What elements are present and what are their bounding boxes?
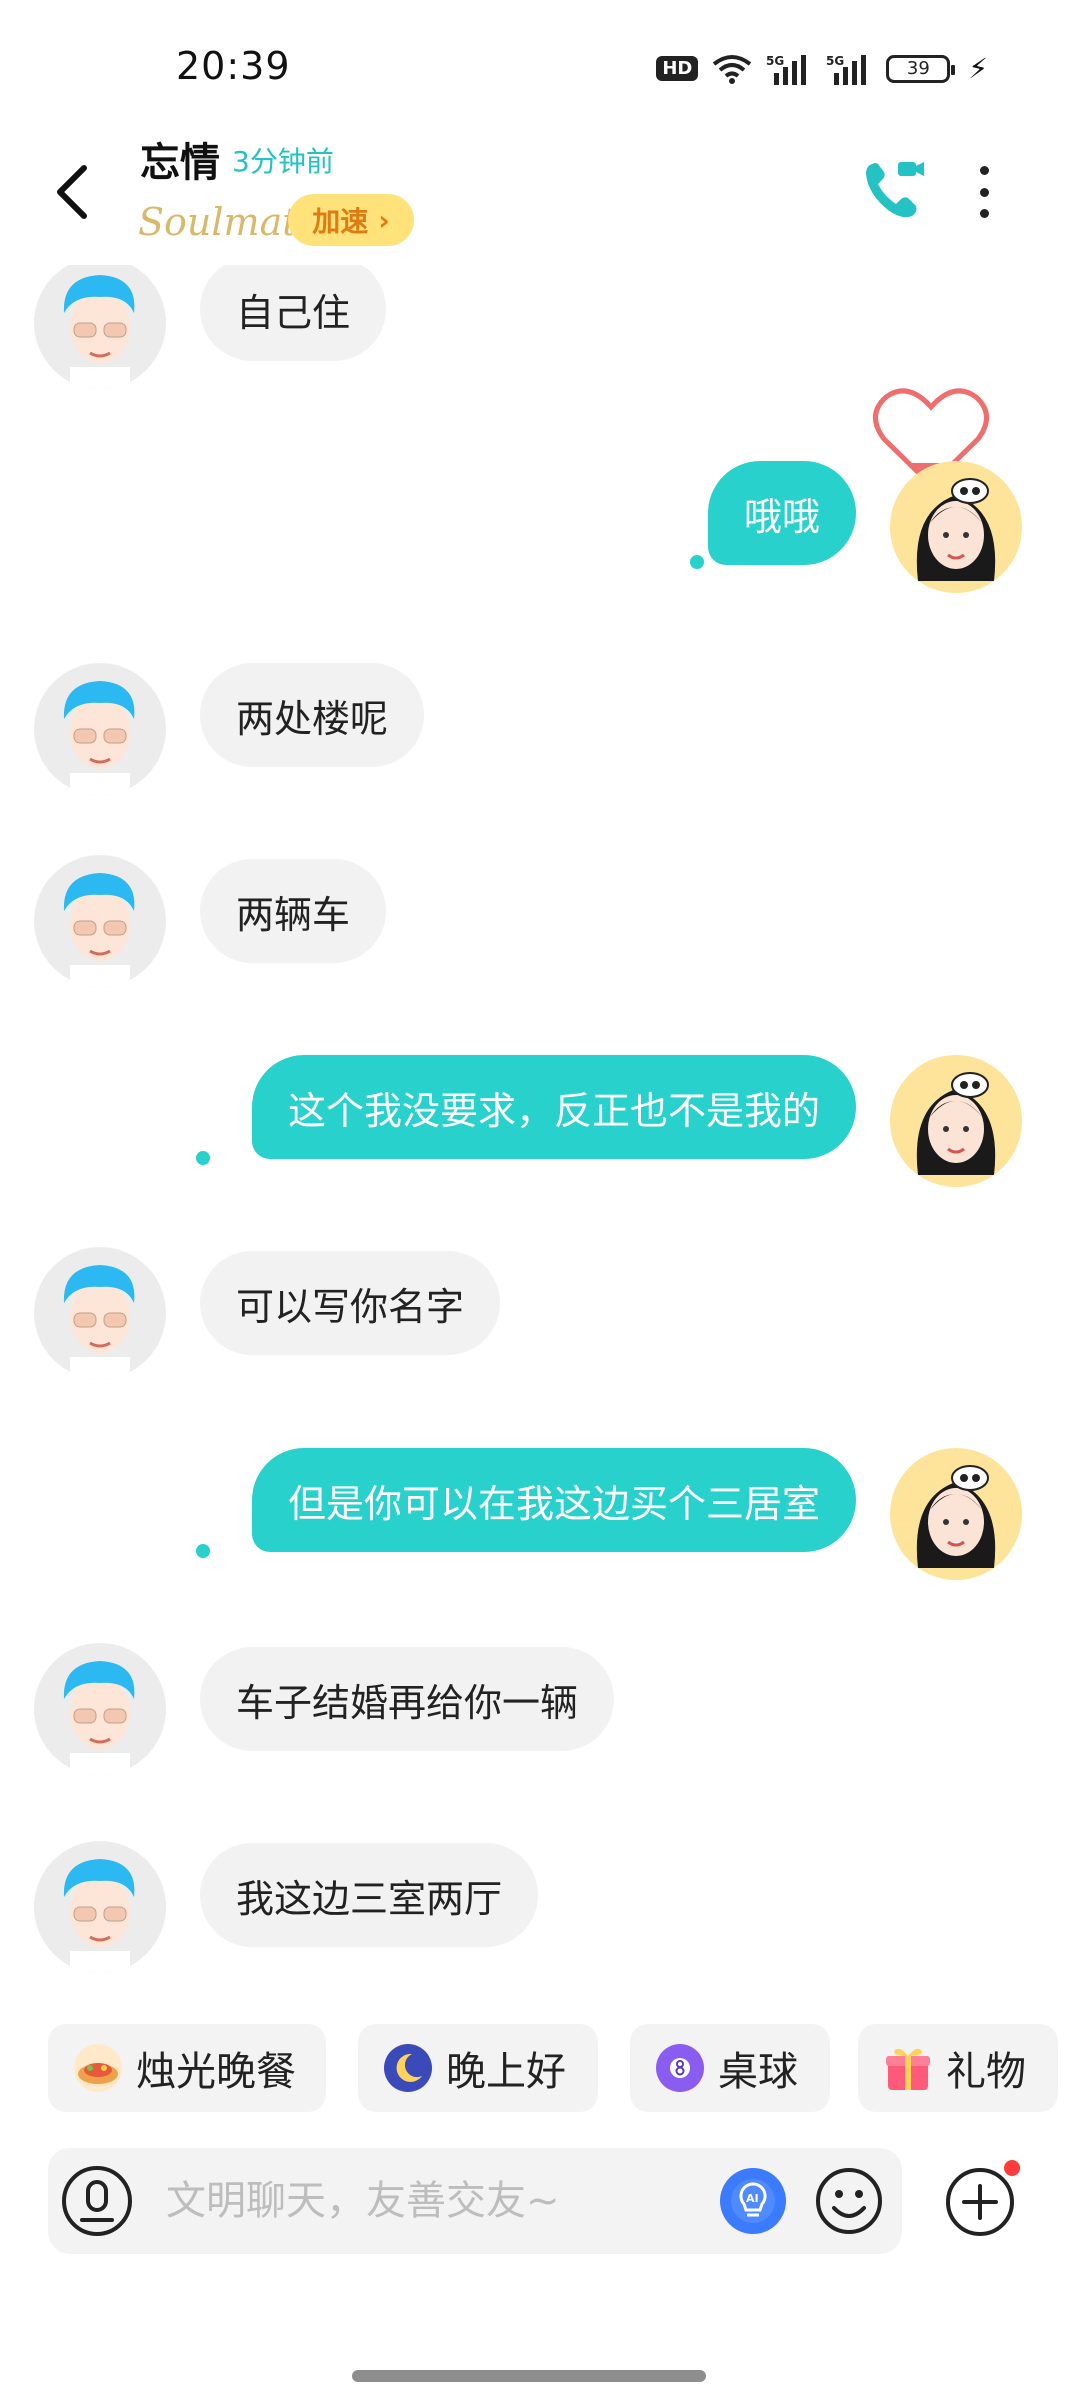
charging-icon: ⚡: [968, 52, 988, 85]
signal-icon-2: 5G: [826, 53, 872, 85]
quick-reply-bar: 烛光晚餐 晚上好 桌球 礼物: [0, 2024, 1080, 2116]
chevron-right-icon: ›: [378, 203, 390, 237]
read-receipt-dot: [690, 555, 704, 569]
contact-avatar[interactable]: [34, 1247, 166, 1379]
last-seen-status: 3分钟前: [232, 145, 334, 178]
notification-dot: [1004, 2160, 1020, 2176]
emoji-button[interactable]: [814, 2166, 884, 2236]
more-options-button[interactable]: [966, 160, 1002, 224]
voice-input-button[interactable]: [60, 2164, 134, 2238]
read-receipt-dot: [196, 1151, 210, 1165]
contact-avatar[interactable]: [34, 1643, 166, 1775]
read-receipt-dot: [196, 1544, 210, 1558]
signal-icon-1: 5G: [766, 53, 812, 85]
contact-avatar[interactable]: [34, 1841, 166, 1973]
signal-1-label: 5G: [766, 54, 784, 68]
message-bubble-outgoing[interactable]: 这个我没要求，反正也不是我的: [251, 1055, 856, 1159]
quick-reply-label: 桌球: [718, 2049, 798, 2095]
quick-reply-candlelight-dinner[interactable]: 烛光晚餐: [48, 2024, 326, 2112]
message-bubble-incoming[interactable]: 我这边三室两厅: [200, 1843, 539, 1947]
message-bubble-outgoing[interactable]: 但是你可以在我这边买个三居室: [251, 1448, 856, 1552]
more-dot-icon: [979, 209, 989, 218]
status-bar: 20:39 HD 5G 5G 39 ⚡: [0, 0, 1080, 130]
moon-icon: [384, 2044, 432, 2092]
quick-reply-label: 礼物: [946, 2049, 1026, 2095]
ai-assistant-button[interactable]: AI: [720, 2168, 786, 2234]
my-avatar[interactable]: [890, 1055, 1022, 1187]
quick-reply-billiards[interactable]: 桌球: [630, 2024, 830, 2112]
message-bubble-incoming[interactable]: 车子结婚再给你一辆: [200, 1647, 615, 1751]
more-actions-button[interactable]: [944, 2166, 1016, 2238]
plus-icon: [946, 2168, 1014, 2236]
back-button[interactable]: [48, 162, 98, 222]
chat-header: 忘情 3分钟前 Soulmate 加速 ›: [0, 130, 1080, 265]
contact-avatar[interactable]: [34, 265, 166, 389]
message-bubble-incoming[interactable]: 两辆车: [200, 859, 387, 963]
status-time: 20:39: [176, 44, 291, 88]
my-avatar[interactable]: [890, 461, 1022, 593]
call-button[interactable]: [858, 154, 928, 224]
billiard-ball-icon: [656, 2044, 704, 2092]
contact-avatar[interactable]: [34, 663, 166, 795]
ai-bulb-icon: AI: [722, 2170, 784, 2232]
hd-icon: HD: [656, 56, 699, 81]
voice-icon: [62, 2166, 132, 2236]
contact-avatar[interactable]: [34, 855, 166, 987]
status-icons: HD 5G 5G 39 ⚡: [656, 52, 988, 85]
my-avatar[interactable]: [890, 1448, 1022, 1580]
battery-icon: 39: [886, 54, 956, 83]
candlelight-dinner-icon: [74, 2044, 122, 2092]
message-bubble-outgoing[interactable]: 哦哦: [707, 461, 856, 565]
more-dot-icon: [979, 187, 989, 197]
quick-reply-label: 晚上好: [446, 2049, 566, 2095]
chat-message-list[interactable]: 自己住 哦哦 两处楼呢 两辆车 这个我没要求，反正也不是我的 可以写你名字 但是…: [0, 265, 1080, 2005]
wifi-icon: [712, 54, 752, 84]
message-bubble-incoming[interactable]: 自己住: [200, 265, 387, 361]
boost-button[interactable]: 加速 ›: [288, 194, 414, 246]
quick-reply-gift[interactable]: 礼物: [858, 2024, 1058, 2112]
more-dot-icon: [979, 166, 989, 175]
message-bubble-incoming[interactable]: 两处楼呢: [200, 663, 425, 767]
signal-2-label: 5G: [826, 54, 844, 68]
quick-reply-label: 烛光晚餐: [136, 2049, 296, 2095]
battery-level: 39: [906, 58, 930, 79]
svg-text:AI: AI: [746, 2192, 759, 2205]
message-input-bar: AI: [48, 2148, 902, 2254]
quick-reply-good-evening[interactable]: 晚上好: [358, 2024, 598, 2112]
message-input[interactable]: [166, 2168, 726, 2234]
gift-icon: [884, 2044, 932, 2092]
phone-video-icon: [866, 162, 924, 218]
home-indicator[interactable]: [352, 2370, 706, 2382]
message-bubble-incoming[interactable]: 可以写你名字: [200, 1251, 501, 1355]
boost-label: 加速: [312, 205, 369, 238]
contact-name[interactable]: 忘情: [140, 130, 220, 188]
smiley-icon: [816, 2168, 882, 2234]
back-arrow-icon: [57, 165, 87, 219]
